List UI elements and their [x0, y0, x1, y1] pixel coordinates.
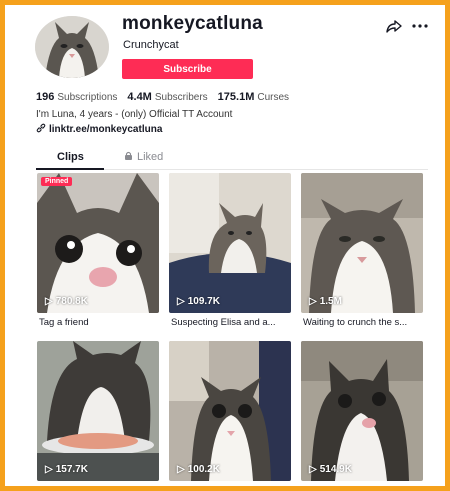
bio-text: I'm Luna, 4 years - (only) Official TT A… — [36, 109, 233, 120]
view-count: ▷ 109.7K — [177, 296, 220, 307]
video-card[interactable]: ▷ 109.7K Suspecting Elisa and a... — [169, 173, 291, 328]
view-count: ▷ 157.7K — [45, 464, 88, 475]
video-thumbnail: ▷ 157.7K — [37, 341, 159, 481]
more-icon[interactable] — [411, 17, 429, 35]
stat-label: Curses — [257, 92, 290, 103]
video-thumbnail: ▷ 109.7K — [169, 173, 291, 313]
video-card[interactable]: ▷ 100.2K — [169, 341, 291, 481]
stat-label: Subscriptions — [57, 92, 118, 103]
video-thumbnail: ▷ 514.9K — [301, 341, 423, 481]
video-card[interactable]: ▷ 157.7K — [37, 341, 159, 481]
pinned-badge: Pinned — [41, 177, 73, 186]
tab-clips-label: Clips — [57, 151, 84, 163]
avatar-image — [35, 16, 109, 78]
stat-value: 196 — [36, 91, 55, 103]
stat-curses: 175.1M Curses — [218, 91, 289, 103]
bio-link-text: linktr.ee/monkeycatluna — [49, 124, 163, 135]
video-caption: Tag a friend — [39, 317, 89, 328]
video-thumbnail: Pinned ▷ 780.8K — [37, 173, 159, 313]
stat-value: 4.4M — [127, 91, 152, 103]
video-caption: Suspecting Elisa and a... — [171, 317, 276, 328]
tab-liked[interactable]: Liked — [124, 151, 163, 163]
active-tab-indicator — [36, 168, 104, 170]
stat-label: Subscribers — [154, 92, 208, 103]
video-thumbnail: ▷ 1.5M — [301, 173, 423, 313]
view-count: ▷ 514.9K — [309, 464, 352, 475]
play-icon: ▷ — [45, 296, 53, 307]
play-icon: ▷ — [309, 296, 317, 307]
lock-icon — [124, 151, 133, 163]
view-count: ▷ 100.2K — [177, 464, 220, 475]
play-icon: ▷ — [177, 464, 185, 475]
view-count: ▷ 780.8K — [45, 296, 88, 307]
stat-value: 175.1M — [217, 91, 255, 103]
profile-tabs: Clips Liked — [36, 148, 428, 170]
avatar[interactable] — [35, 16, 109, 78]
share-icon[interactable] — [386, 18, 402, 34]
bio-link[interactable]: linktr.ee/monkeycatluna — [36, 123, 162, 136]
username: monkeycatluna — [122, 13, 263, 34]
nickname: Crunchycat — [123, 39, 179, 51]
video-thumbnail: ▷ 100.2K — [169, 341, 291, 481]
tab-liked-label: Liked — [137, 151, 164, 163]
stat-subscribers[interactable]: 4.4M Subscribers — [127, 91, 207, 103]
video-card[interactable]: ▷ 514.9K — [301, 341, 423, 481]
video-card[interactable]: ▷ 1.5M Waiting to crunch the s... — [301, 173, 423, 328]
play-icon: ▷ — [309, 464, 317, 475]
video-card[interactable]: Pinned ▷ 780.8K Tag a friend — [37, 173, 159, 328]
stat-subscriptions[interactable]: 196 Subscriptions — [36, 91, 117, 103]
play-icon: ▷ — [45, 464, 53, 475]
profile-page: monkeycatluna Crunchycat Subscribe 196 Su… — [0, 0, 450, 491]
video-caption: Waiting to crunch the s... — [303, 317, 408, 328]
profile-stats: 196 Subscriptions 4.4M Subscribers 175.1M C… — [36, 91, 289, 103]
play-icon: ▷ — [177, 296, 185, 307]
link-icon — [36, 123, 46, 136]
subscribe-button[interactable]: Subscribe — [122, 59, 253, 79]
tab-clips[interactable]: Clips — [57, 151, 84, 163]
view-count: ▷ 1.5M — [309, 296, 342, 307]
